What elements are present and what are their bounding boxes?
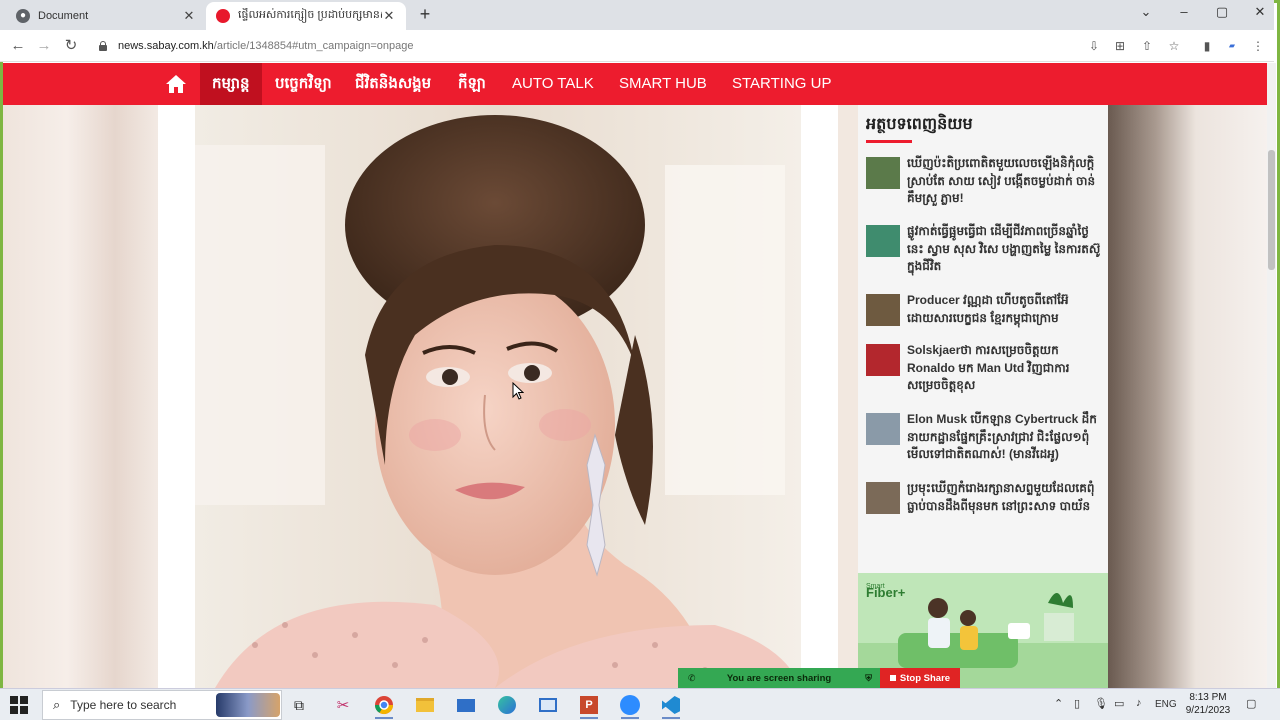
task-view-icon[interactable]: ⧉ [280,692,318,718]
url-text: news.sabay.com.kh/article/1348854#utm_ca… [118,40,414,52]
page-scrollbar-thumb[interactable] [1268,150,1275,270]
forward-icon[interactable]: → [34,36,54,56]
tab-document[interactable]: ● Document ✕ [6,2,206,30]
zoom-extension-icon[interactable]: ▰ [1224,38,1240,54]
tab-search-icon[interactable]: ⌄ [1136,4,1156,20]
zoom-icon[interactable] [611,692,649,719]
nav-item-starting-up[interactable]: STARTING UP [720,63,843,105]
background-blur-right [1108,105,1267,688]
bookmark-star-icon[interactable]: ☆ [1166,38,1182,54]
taskbar-clock[interactable]: 8:13 PM 9/21/2023 [1180,691,1236,717]
tray-chevron-icon[interactable]: ⌃ [1054,697,1063,710]
menu-kebab-icon[interactable]: ⋮ [1250,38,1266,54]
popular-articles-sidebar: អត្ថបទពេញនិយម ឃើញប៉ះតិប្រពោតិតមួយលេចឡើងន… [858,105,1108,688]
nav-item-smart-hub[interactable]: SMART HUB [607,63,719,105]
article-headline[interactable]: Producer វណ្ណដា ហើបតូចពីតៅអ៊ែ ដោយសារបេក្… [907,292,1102,327]
sidebar-title: អត្ថបទពេញនិយម [866,116,973,133]
article-headline[interactable]: ផ្លូវកាត់ធ្វើផ្អូមធ្វើជា ដើម្បីជីវភាពច្រ… [907,223,1102,276]
article-headline[interactable]: ឃើញប៉ះតិប្រពោតិតមួយលេចឡើងនិកុំលក្ដិ ស្រា… [907,155,1102,208]
edge-icon[interactable] [488,692,526,718]
tab-strip: ● Document ✕ ផ្ទើលអស់ការក្សៀច ប្រដាប់បក្… [0,0,1274,30]
list-item[interactable]: ឃើញប៉ះតិប្រពោតិតមួយលេចឡើងនិកុំលក្ដិ ស្រា… [866,155,1102,208]
sabay-logo-icon [216,9,230,23]
powerpoint-icon[interactable]: P [570,692,608,719]
back-icon[interactable]: ← [8,36,28,56]
vscode-icon[interactable] [652,692,690,719]
article-thumbnail[interactable] [866,225,900,257]
nav-item-sport[interactable]: កីឡា [446,63,498,105]
globe-icon: ● [16,9,30,23]
article-thumbnail[interactable] [866,482,900,514]
sidebar-title-underline [866,140,912,143]
minimize-icon[interactable]: – [1174,4,1194,19]
window-close-icon[interactable]: ✕ [1250,4,1270,20]
address-bar-row: ← → ↻ news.sabay.com.kh/article/1348854#… [0,30,1274,62]
share-icon[interactable]: ⇧ [1139,38,1155,54]
chrome-icon[interactable] [365,692,403,719]
address-bar[interactable]: news.sabay.com.kh/article/1348854#utm_ca… [90,34,1080,58]
article-headline[interactable]: Elon Musk បើកឡាន Cybertruck ដឹកនាយកដ្ឋាន… [907,411,1102,464]
nav-item-technology[interactable]: បច្ចេកវិទ្យា [263,63,344,105]
windows-taskbar: ⌕ Type here to search ⧉ ✂ P ⌃ ▯ 🎙 ▭ ♪ EN… [0,688,1280,720]
file-explorer-icon[interactable] [406,692,444,718]
ad-brand: Fiber+ [866,585,906,600]
list-item[interactable]: ប្រមុះឃើញកំរោងរក្សានាសព្ទមួយដែលគេពុំធ្លា… [866,480,1102,515]
article-main-column [158,105,838,688]
list-item[interactable]: ផ្លូវកាត់ធ្វើផ្អូមធ្វើជា ដើម្បីជីវភាពច្រ… [866,223,1102,276]
nav-item-auto-talk[interactable]: AUTO TALK [500,63,606,105]
language-indicator[interactable]: ENG [1155,699,1177,710]
nav-item-life-society[interactable]: ជីវិតនិងសង្គម [343,63,443,105]
reload-icon[interactable]: ↻ [61,36,81,56]
phone-icon: ✆ [688,672,696,683]
tray-app-icon[interactable]: ▯ [1074,697,1080,710]
search-icon: ⌕ [53,697,61,712]
close-icon[interactable]: ✕ [382,8,396,24]
tab-article[interactable]: ផ្ទើលអស់ការក្សៀច ប្រដាប់បក្សមានស… ✕ [206,2,406,30]
screen-share-status[interactable]: ✆ You are screen sharing ⛨ [678,668,880,688]
list-item[interactable]: Elon Musk បើកឡាន Cybertruck ដឹកនាយកដ្ឋាន… [866,411,1102,464]
close-icon[interactable]: ✕ [182,8,196,24]
home-icon[interactable] [165,74,187,94]
mouse-cursor-icon [512,382,524,400]
install-icon[interactable]: ⇩ [1086,38,1102,54]
page-viewport: កម្សាន្ត បច្ចេកវិទ្យា ជីវិតនិងសង្គម កីឡា… [3,63,1267,688]
windows-start-icon[interactable] [10,696,28,714]
list-item[interactable]: Producer វណ្ណដា ហើបតូចពីតៅអ៊ែ ដោយសារបេក្… [866,292,1102,327]
article-thumbnail[interactable] [866,157,900,189]
sidepanel-icon[interactable]: ▮ [1199,38,1215,54]
shield-icon: ⛨ [865,672,872,683]
battery-icon[interactable]: ▭ [1114,697,1124,710]
article-thumbnail[interactable] [866,294,900,326]
search-highlight-image [216,693,280,717]
tab-title: ផ្ទើលអស់ការក្សៀច ប្រដាប់បក្សមានស… [238,9,382,21]
new-tab-icon[interactable]: + [414,4,436,25]
mail-icon[interactable] [447,692,485,718]
microphone-icon[interactable]: 🎙 [1094,697,1108,710]
article-thumbnail[interactable] [866,413,900,445]
volume-icon[interactable]: ♪ [1136,697,1142,709]
tab-title: Document [38,10,89,22]
article-thumbnail[interactable] [866,344,900,376]
site-navigation: កម្សាន្ត បច្ចេកវិទ្យា ជីវិតនិងសង្គម កីឡា… [3,63,1267,105]
translate-icon[interactable]: ⊞ [1112,38,1128,54]
article-headline[interactable]: Solskjaerថា ការសម្រេចចិត្តយក Ronaldo មក … [907,342,1102,395]
article-photo [195,105,801,688]
nav-item-entertainment[interactable]: កម្សាន្ត [200,63,262,105]
background-blur-left [3,105,163,688]
maximize-icon[interactable]: ▢ [1212,4,1232,20]
list-item[interactable]: Solskjaerថា ការសម្រេចចិត្តយក Ronaldo មក … [866,342,1102,395]
snipping-tool-icon[interactable]: ✂ [324,692,362,718]
notification-icon[interactable]: ▢ [1246,697,1256,710]
stop-share-button[interactable]: Stop Share [880,668,960,688]
screen-share-banner: ✆ You are screen sharing ⛨ Stop Share [678,668,960,688]
article-headline[interactable]: ប្រមុះឃើញកំរោងរក្សានាសព្ទមួយដែលគេពុំធ្លា… [907,480,1102,515]
app-window-icon[interactable] [529,692,567,718]
lock-icon [98,41,108,51]
